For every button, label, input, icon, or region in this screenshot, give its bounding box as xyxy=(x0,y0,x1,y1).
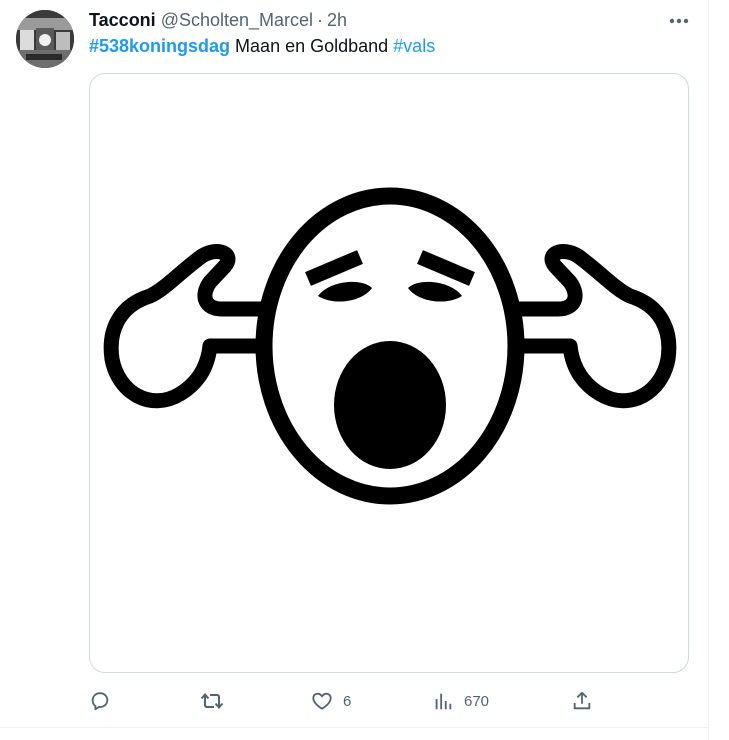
views-bar-chart-icon xyxy=(432,690,454,712)
tweet-media-image[interactable] xyxy=(89,73,689,673)
hashtag-link[interactable]: #538koningsdag xyxy=(89,36,230,56)
like-count: 6 xyxy=(343,692,352,710)
share-button[interactable] xyxy=(571,688,593,714)
reply-button[interactable] xyxy=(89,688,121,714)
tweet-header: Tacconi @Scholten_Marcel · 2h xyxy=(89,8,347,32)
tweet-action-bar: 6 670 xyxy=(0,688,708,714)
tweet-text: #538koningsdag Maan en Goldband #vals xyxy=(89,34,435,58)
reply-icon xyxy=(89,690,111,712)
retweet-button[interactable] xyxy=(200,688,234,714)
author-handle[interactable]: @Scholten_Marcel xyxy=(161,10,313,31)
divider-vertical xyxy=(708,0,709,740)
separator-dot: · xyxy=(317,9,324,30)
more-options-button[interactable] xyxy=(664,8,694,32)
views-button[interactable]: 670 xyxy=(432,688,489,714)
screaming-face-covering-ears-illustration xyxy=(103,187,677,505)
views-count: 670 xyxy=(464,692,490,710)
retweet-icon xyxy=(200,690,224,712)
tweet-timestamp[interactable]: 2h xyxy=(327,10,347,31)
tweet[interactable]: Tacconi @Scholten_Marcel · 2h #538koning… xyxy=(0,0,729,740)
avatar[interactable] xyxy=(16,10,74,68)
more-dots-icon xyxy=(669,11,689,29)
share-icon xyxy=(571,690,593,712)
divider-horizontal xyxy=(0,727,708,728)
like-button[interactable]: 6 xyxy=(311,688,351,714)
heart-icon xyxy=(311,690,333,712)
hashtag-link[interactable]: #vals xyxy=(393,36,435,56)
author-display-name[interactable]: Tacconi xyxy=(89,10,156,31)
tweet-body-text: Maan en Goldband xyxy=(230,36,394,56)
